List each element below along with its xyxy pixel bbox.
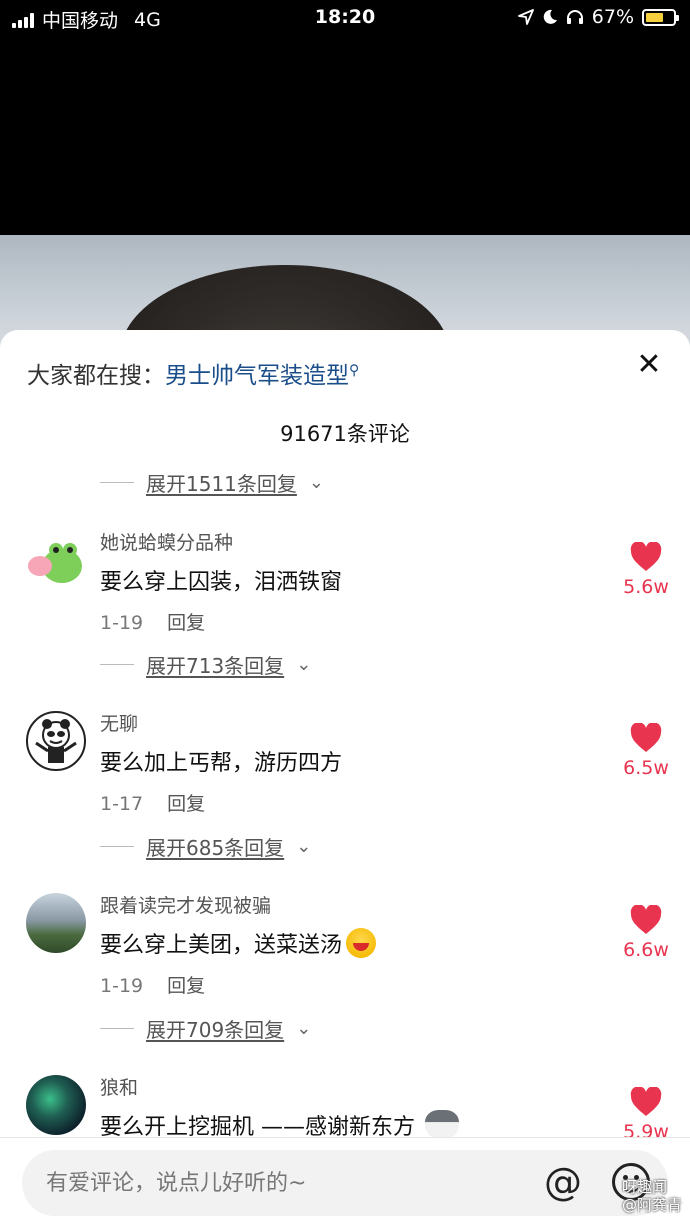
- comment-count: 91671条评论: [280, 422, 410, 446]
- comment-text: 要么穿上美团，送菜送汤: [100, 927, 377, 959]
- comment-username[interactable]: 无聊: [100, 709, 138, 736]
- headphones-icon: [566, 10, 583, 24]
- chevron-down-icon: ⌄: [296, 1018, 312, 1039]
- comment-date: 1-17: [100, 793, 144, 815]
- chevron-down-icon: ⌄: [296, 654, 312, 675]
- comment-text-content: 要么加上丐帮，游历四方: [100, 751, 343, 776]
- dog-emoji-icon: [425, 1110, 459, 1140]
- divider: [100, 664, 134, 665]
- close-icon[interactable]: ✕: [634, 350, 664, 380]
- moon-icon: [543, 9, 557, 24]
- divider: [100, 1028, 134, 1029]
- frog-avatar-icon: [28, 543, 82, 583]
- heart-icon: [630, 723, 662, 752]
- reply-button[interactable]: 回复: [167, 975, 205, 997]
- battery-icon: [642, 8, 679, 26]
- comment-text: 要么穿上囚装，泪洒铁窗: [100, 564, 342, 596]
- avatar[interactable]: [26, 893, 86, 953]
- comment-meta: 1-19 回复: [100, 608, 205, 635]
- comment-item: 跟着读完才发现被骗 要么穿上美团，送菜送汤 1-19 回复 6.6w: [0, 881, 690, 1031]
- divider: [100, 846, 134, 847]
- avatar[interactable]: [26, 711, 86, 771]
- watermark: 呀趣闻 @阿龚青: [622, 1178, 682, 1214]
- like-button[interactable]: 5.9w: [618, 1087, 674, 1143]
- reply-button[interactable]: 回复: [167, 612, 205, 634]
- expand-replies-button[interactable]: 展开709条回复 ⌄: [100, 1014, 311, 1043]
- comment-input-bar: @: [0, 1137, 690, 1227]
- expand-replies-label: 展开1511条回复: [146, 472, 297, 496]
- like-count: 6.5w: [623, 757, 669, 779]
- like-count: 5.6w: [623, 576, 669, 598]
- trending-search-prefix: 大家都在搜：: [27, 363, 165, 389]
- chevron-down-icon: ⌄: [296, 836, 312, 857]
- like-count: 6.6w: [623, 939, 669, 961]
- avatar[interactable]: [26, 1075, 86, 1135]
- laughing-emoji-icon: [346, 928, 377, 958]
- expand-replies-button[interactable]: 展开685条回复 ⌄: [100, 832, 311, 861]
- expand-replies-label: 展开709条回复: [146, 1018, 285, 1042]
- heart-icon: [630, 1087, 662, 1116]
- like-button[interactable]: 5.6w: [618, 542, 674, 598]
- comment-meta: 1-19 回复: [100, 971, 205, 998]
- reply-button[interactable]: 回复: [167, 793, 205, 815]
- battery-fill: [646, 12, 664, 22]
- comment-sheet: 大家都在搜：男士帅气军装造型⚲ ✕ 91671条评论 展开1511条回复 ⌄ 她…: [0, 330, 690, 1227]
- trending-search: 大家都在搜：男士帅气军装造型⚲: [27, 356, 359, 390]
- heart-icon: [630, 905, 662, 934]
- comment-item: 无聊 要么加上丐帮，游历四方 1-17 回复 6.5w: [0, 699, 690, 849]
- watermark-line-2: @阿龚青: [621, 1196, 682, 1214]
- avatar[interactable]: [26, 530, 86, 590]
- search-icon[interactable]: ⚲: [349, 362, 359, 378]
- status-bar: 中国移动 4G 18:20 67%: [0, 0, 690, 36]
- comment-username[interactable]: 她说蛤蟆分品种: [100, 528, 233, 555]
- expand-replies-label: 展开713条回复: [146, 654, 285, 678]
- trending-search-keyword[interactable]: 男士帅气军装造型: [165, 363, 349, 389]
- comment-text-content: 要么穿上美团，送菜送汤: [100, 933, 343, 958]
- comment-username[interactable]: 跟着读完才发现被骗: [100, 891, 271, 918]
- panda-avatar-icon: [35, 719, 77, 763]
- comment-date: 1-19: [100, 612, 144, 634]
- chevron-down-icon: ⌄: [308, 472, 324, 493]
- comment-username[interactable]: 狼和: [100, 1073, 138, 1100]
- divider: [100, 482, 134, 483]
- like-button[interactable]: 6.6w: [618, 905, 674, 961]
- like-button[interactable]: 6.5w: [618, 723, 674, 779]
- comment-text: 要么加上丐帮，游历四方: [100, 745, 342, 777]
- mention-icon[interactable]: @: [544, 1160, 582, 1204]
- expand-replies-button[interactable]: 展开1511条回复 ⌄: [100, 468, 324, 497]
- comment-date: 1-19: [100, 975, 144, 997]
- comment-meta: 1-17 回复: [100, 789, 205, 816]
- expand-replies-button[interactable]: 展开713条回复 ⌄: [100, 650, 311, 679]
- battery-percent: 67%: [591, 6, 634, 28]
- comment-item: 她说蛤蟆分品种 要么穿上囚装，泪洒铁窗 1-19 回复 5.6w: [0, 518, 690, 668]
- watermark-line-1: 呀趣闻: [621, 1178, 667, 1196]
- expand-replies-label: 展开685条回复: [146, 836, 285, 860]
- status-right: 67%: [517, 6, 679, 28]
- heart-icon: [630, 542, 662, 571]
- comment-text-content: 要么穿上囚装，泪洒铁窗: [100, 570, 343, 595]
- location-icon: [517, 9, 534, 25]
